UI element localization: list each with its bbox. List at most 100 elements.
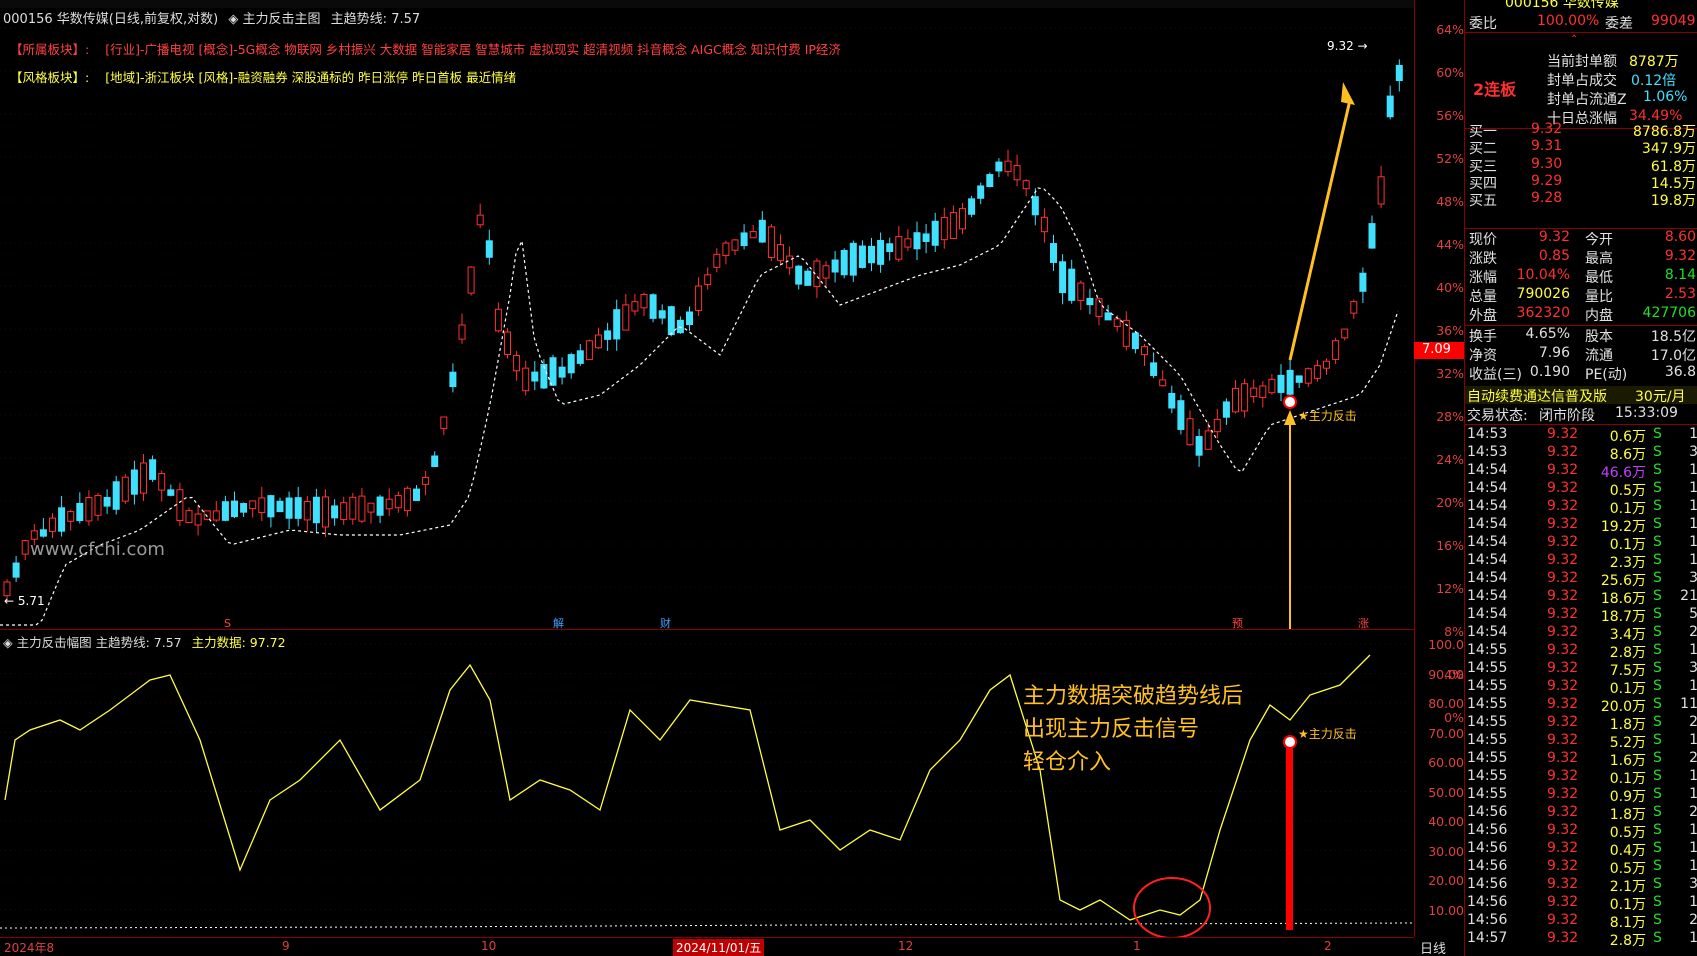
- candle-body: [194, 513, 202, 526]
- candle-body: [340, 502, 348, 521]
- candle-body: [1059, 261, 1067, 294]
- candle-body: [1150, 362, 1158, 376]
- sub-y-tick-label: 20.00: [1428, 873, 1464, 888]
- candle-body: [904, 238, 912, 248]
- tick-row: 14:549.323.4万S2: [1467, 624, 1697, 643]
- candle-body: [968, 198, 976, 215]
- candle-body: [886, 243, 894, 252]
- candle-body: [858, 245, 866, 268]
- bid-row: 买一 9.32 8786.8万: [1469, 121, 1696, 140]
- candle-body: [212, 510, 220, 521]
- quote-row: 现价 9.32 今开 8.60: [1469, 229, 1696, 248]
- candle-body: [258, 497, 266, 514]
- candle-body: [1204, 430, 1212, 450]
- sub-y-tick-label: 60.00: [1428, 755, 1464, 770]
- candle-body: [422, 476, 430, 485]
- candle-body: [12, 562, 20, 578]
- date-label: 10: [481, 939, 497, 953]
- bid-row: 买四 9.29 14.5万: [1469, 172, 1696, 192]
- candle-body: [385, 498, 393, 510]
- annotation-line-3: 轻仓介入: [1023, 750, 1112, 775]
- price-flag: 7.09: [1414, 342, 1464, 359]
- candle-body: [595, 334, 602, 349]
- candle-body: [913, 232, 921, 250]
- tick-row: 14:549.3246.6万S1: [1467, 462, 1697, 481]
- candle-body: [995, 161, 1003, 172]
- candle-body: [567, 354, 575, 374]
- candle-body: [21, 540, 29, 555]
- candle-body: [676, 319, 684, 334]
- quote-panel: 000156 华数传媒 委比 100.00% 委差 99049 ⌃ 当前封单额 …: [1464, 0, 1697, 956]
- kline-chart[interactable]: ★主力反击9.32 →← 5.71S 解财预涨: [0, 0, 1414, 630]
- watermark: www.cfchi.com: [30, 539, 165, 560]
- candle-body: [376, 496, 384, 516]
- tick-row: 14:559.322.8万S1: [1467, 642, 1697, 661]
- candle-body: [130, 469, 138, 495]
- promo-row[interactable]: 自动续费通达信普及版 30元/月: [1465, 386, 1697, 405]
- candle-body: [804, 270, 812, 286]
- candle-body: [176, 489, 184, 521]
- candle-body: [1341, 328, 1349, 339]
- fund-row: 换手 4.65% 股本 18.5亿: [1469, 326, 1696, 345]
- candle-body: [722, 242, 730, 257]
- sub-indicator-chart[interactable]: ★主力反击: [0, 630, 1414, 940]
- signal-label: ★主力反击: [1298, 409, 1357, 423]
- sub-signal-label: ★主力反击: [1298, 727, 1357, 741]
- candle-body: [221, 501, 229, 521]
- tick-row: 14:559.320.9万S1: [1467, 786, 1697, 805]
- candle-body: [1222, 401, 1230, 418]
- candle-body: [1368, 223, 1376, 249]
- candle-body: [1232, 387, 1239, 413]
- candle-body: [631, 301, 639, 312]
- candle-body: [1050, 243, 1057, 263]
- candle-body: [458, 324, 466, 340]
- candle-body: [1177, 400, 1185, 430]
- candle-body: [276, 500, 284, 513]
- chart-divider: [0, 629, 1414, 630]
- candle-body: [613, 309, 621, 340]
- candle-body: [840, 249, 848, 276]
- candle-body: [949, 212, 957, 239]
- y-tick-label: 16%: [1436, 538, 1464, 553]
- candle-body: [767, 226, 775, 259]
- sub-y-tick-label: 40.00: [1428, 814, 1464, 829]
- collapse-icon[interactable]: ⌃: [1570, 34, 1578, 45]
- candle-body: [831, 259, 839, 273]
- sub-chart-title: ◈ 主力反击幅图 主趋势线: 7.57 主力数据: 97.72: [3, 632, 286, 651]
- sub-indicator-selector[interactable]: ◈ 主力反击幅图: [3, 635, 92, 650]
- sub-data-label: 主力数据: 97.72: [191, 635, 286, 650]
- candle-body: [895, 236, 903, 260]
- candle-body: [49, 517, 56, 532]
- candle-body: [849, 242, 857, 276]
- candle-body: [403, 487, 411, 512]
- candle-body: [249, 500, 257, 510]
- y-tick-label: 20%: [1436, 495, 1464, 510]
- quote-row: 总量 790026 量比 2.53: [1469, 286, 1696, 305]
- candle-body: [795, 265, 803, 285]
- candle-body: [167, 489, 175, 496]
- tick-row: 14:569.320.4万S1: [1467, 840, 1697, 859]
- tick-row: 14:549.3225.6万S3: [1467, 570, 1697, 589]
- candle-body: [758, 219, 766, 243]
- tick-row: 14:549.320.1万S1: [1467, 498, 1697, 517]
- candle-body: [240, 503, 248, 513]
- candle-body: [1068, 268, 1076, 301]
- sub-y-tick-label: 100.0: [1428, 637, 1464, 652]
- candle-body: [121, 476, 129, 502]
- candle-body: [185, 510, 193, 524]
- candle-body: [1004, 160, 1012, 173]
- candle-body: [1168, 392, 1176, 409]
- candle-body: [367, 502, 375, 513]
- sub-y-tick-label: 10.00: [1428, 902, 1464, 918]
- candle-body: [431, 455, 439, 468]
- candle-body: [1104, 312, 1112, 321]
- signal-bar: [1286, 745, 1293, 930]
- y-tick-label: 52%: [1436, 151, 1464, 166]
- signal-marker-icon: [1283, 735, 1297, 749]
- tick-row: 14:569.328.1万S2: [1467, 912, 1697, 931]
- tick-row: 14:559.320.1万S1: [1467, 678, 1697, 697]
- bid-row: 买三 9.30 61.8万: [1469, 155, 1696, 175]
- date-axis[interactable]: 2024年8 9 10 2024/11/01/五 12 1 2: [0, 937, 1414, 956]
- period-tab-daily[interactable]: 日线: [1420, 938, 1446, 956]
- candle-body: [1250, 387, 1258, 397]
